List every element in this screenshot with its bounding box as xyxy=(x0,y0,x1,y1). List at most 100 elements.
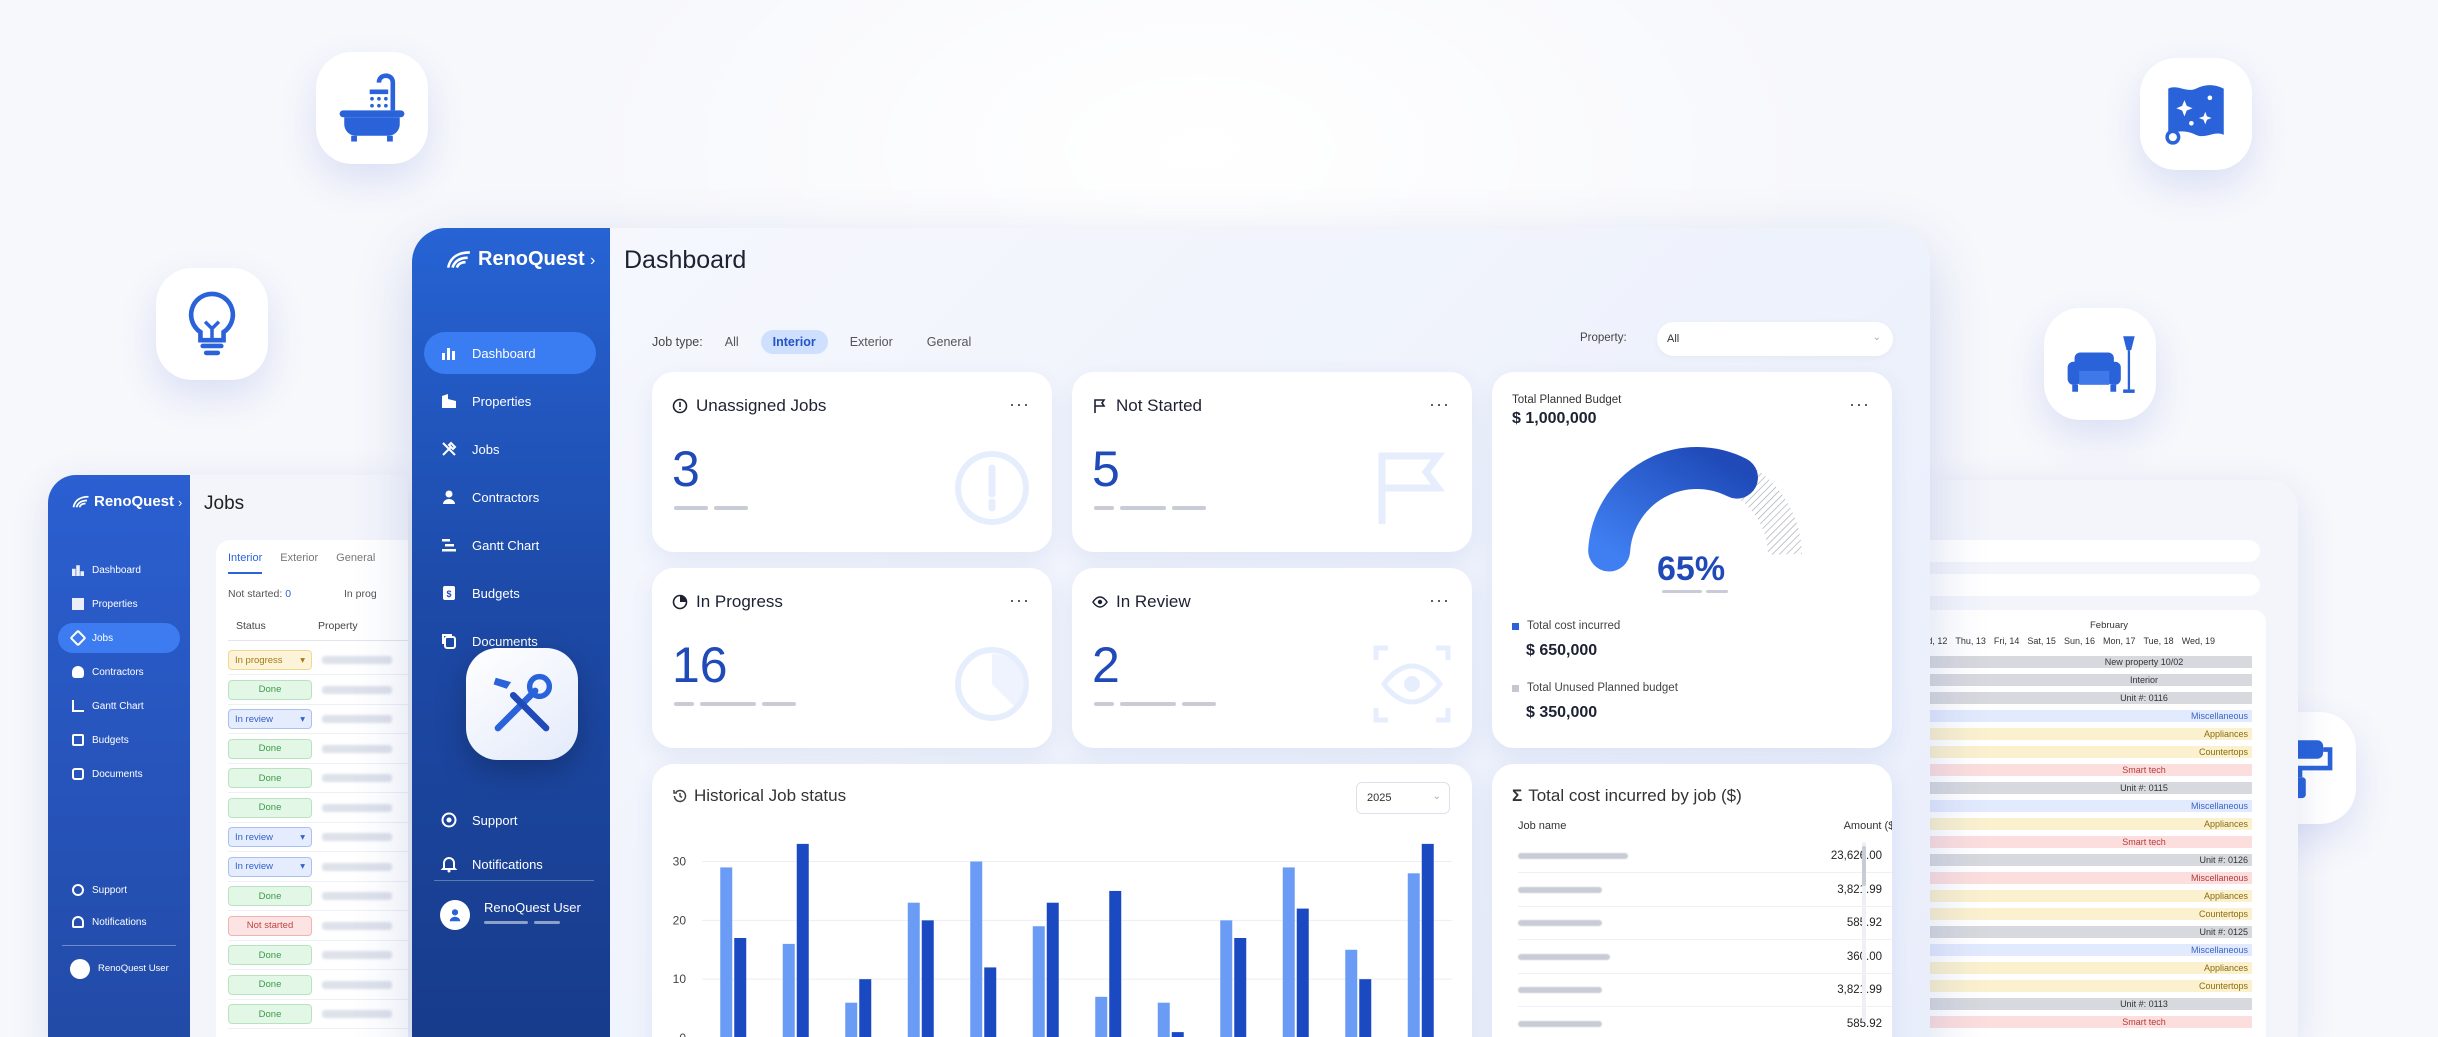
table-row[interactable]: 3,821.99 xyxy=(1518,974,1892,1007)
table-scrollbar[interactable] xyxy=(1862,842,1866,1022)
gantt-bar[interactable]: Appliances xyxy=(1930,890,2252,902)
gantt-bar[interactable]: Miscellaneous xyxy=(1930,800,2252,812)
status-badge[interactable]: In review ▾ xyxy=(228,709,312,729)
sidebar-item-notifications[interactable]: Notifications xyxy=(424,843,596,885)
jobs-nav-dashboard[interactable]: Dashboard xyxy=(58,555,180,585)
logo[interactable]: RenoQuest xyxy=(446,248,585,271)
jobs-nav-jobs[interactable]: Jobs xyxy=(58,623,180,653)
gantt-bar[interactable]: Interior xyxy=(1930,674,2252,686)
table-row[interactable]: 23,626.00 xyxy=(1518,840,1892,873)
chip-exterior[interactable]: Exterior xyxy=(838,330,905,354)
gantt-bar[interactable]: Miscellaneous xyxy=(1930,710,2252,722)
table-row[interactable]: In progress ▾ xyxy=(228,646,408,675)
status-badge[interactable]: Done xyxy=(228,1004,312,1024)
sidebar-item-jobs[interactable]: Jobs xyxy=(424,428,596,470)
status-badge[interactable]: Done xyxy=(228,974,312,995)
table-row[interactable]: Done xyxy=(228,971,408,1000)
table-row[interactable]: Done xyxy=(228,764,408,793)
status-badge[interactable]: In progress ▾ xyxy=(228,650,312,670)
bar xyxy=(1234,938,1247,1037)
gantt-bar[interactable]: Unit #: 0113 xyxy=(1930,998,2252,1010)
collapse-chevron-icon[interactable]: › xyxy=(178,495,182,510)
table-row[interactable]: 585.92 xyxy=(1518,1008,1892,1037)
year-select[interactable]: 2025 ⌄ xyxy=(1356,782,1450,814)
status-badge[interactable]: Not started xyxy=(228,915,312,936)
status-badge[interactable]: Done xyxy=(228,797,312,818)
not-started-card[interactable]: Not Started ··· 5 xyxy=(1072,372,1472,552)
gantt-bar[interactable]: Unit #: 0126 xyxy=(1930,854,2252,866)
tab-interior[interactable]: Interior xyxy=(228,552,263,574)
jobs-nav-budgets[interactable]: Budgets xyxy=(58,725,180,755)
gantt-bar[interactable]: Appliances xyxy=(1930,728,2252,740)
more-options-icon[interactable]: ··· xyxy=(1849,394,1870,415)
sidebar-item-support[interactable]: Support xyxy=(424,799,596,841)
wrench-screwdriver-icon xyxy=(493,673,553,732)
gantt-bar[interactable]: Smart tech xyxy=(1930,764,2252,776)
tab-exterior[interactable]: Exterior xyxy=(280,552,318,574)
jobs-nav-contractors[interactable]: Contractors xyxy=(58,657,180,687)
more-options-icon[interactable]: ··· xyxy=(1429,394,1450,415)
table-row[interactable]: 3,821.99 xyxy=(1518,874,1892,907)
gantt-bar[interactable]: Unit #: 0115 xyxy=(1930,782,2252,794)
chip-all[interactable]: All xyxy=(713,330,751,354)
user-profile[interactable]: RenoQuest User xyxy=(440,900,581,930)
gantt-bar[interactable]: Miscellaneous xyxy=(1930,944,2252,956)
budget-card[interactable]: Total Planned Budget $ 1,000,000 ··· 65%… xyxy=(1492,372,1892,748)
more-options-icon[interactable]: ··· xyxy=(1009,394,1030,415)
tab-general[interactable]: General xyxy=(336,552,375,574)
sidebar-item-properties[interactable]: Properties xyxy=(424,380,596,422)
table-row[interactable]: Done xyxy=(228,882,408,911)
table-row[interactable]: Done xyxy=(228,735,408,764)
more-options-icon[interactable]: ··· xyxy=(1429,590,1450,611)
table-row[interactable]: In review ▾ xyxy=(228,853,408,882)
gantt-bar[interactable]: Unit #: 0125 xyxy=(1930,926,2252,938)
status-badge[interactable]: In review ▾ xyxy=(228,827,312,847)
chip-interior[interactable]: Interior xyxy=(760,330,828,354)
jobs-user[interactable]: RenoQuest User xyxy=(70,959,169,979)
sidebar-item-budgets[interactable]: $ Budgets xyxy=(424,572,596,614)
gantt-bar[interactable]: Smart tech xyxy=(1930,1016,2252,1028)
status-badge[interactable]: Done xyxy=(228,886,312,906)
sidebar-item-dashboard[interactable]: Dashboard xyxy=(424,332,596,374)
table-row[interactable]: Done xyxy=(228,941,408,970)
jobs-logo[interactable]: RenoQuest xyxy=(72,493,174,510)
gantt-bar[interactable]: Unit #: 0116 xyxy=(1930,692,2252,704)
gantt-select-2[interactable] xyxy=(1930,574,2260,596)
jobs-nav-notifications[interactable]: Notifications xyxy=(58,907,180,937)
gantt-bar[interactable]: Countertops xyxy=(1930,746,2252,758)
gantt-select-1[interactable] xyxy=(1930,540,2260,562)
table-row[interactable]: 585.92 xyxy=(1518,907,1892,940)
gantt-bar[interactable]: Appliances xyxy=(1930,818,2252,830)
chip-general[interactable]: General xyxy=(915,330,983,354)
gantt-bar[interactable]: Smart tech xyxy=(1930,836,2252,848)
gantt-bar[interactable]: Miscellaneous xyxy=(1930,872,2252,884)
gantt-bar[interactable]: Countertops xyxy=(1930,908,2252,920)
collapse-chevron-icon[interactable]: › xyxy=(590,252,595,270)
jobs-nav-gantt[interactable]: Gantt Chart xyxy=(58,691,180,721)
in-progress-card[interactable]: In Progress ··· 16 xyxy=(652,568,1052,748)
gantt-bar[interactable]: New property 10/02 xyxy=(1930,656,2252,668)
table-row[interactable]: Not started xyxy=(228,912,408,941)
jobs-nav-support[interactable]: Support xyxy=(58,875,180,905)
table-row[interactable]: Done xyxy=(228,794,408,823)
table-row[interactable]: 360.00 xyxy=(1518,941,1892,974)
table-row[interactable]: In review ▾ xyxy=(228,823,408,852)
status-badge[interactable]: Done xyxy=(228,768,312,788)
sidebar-item-gantt[interactable]: Gantt Chart xyxy=(424,524,596,566)
gantt-bar[interactable]: Appliances xyxy=(1930,962,2252,974)
gantt-bar[interactable]: Countertops xyxy=(1930,980,2252,992)
jobs-nav-documents[interactable]: Documents xyxy=(58,759,180,789)
status-badge[interactable]: Done xyxy=(228,679,312,700)
status-badge[interactable]: Done xyxy=(228,945,312,965)
table-row[interactable]: Done xyxy=(228,676,408,705)
table-row[interactable]: In review ▾ xyxy=(228,705,408,734)
in-review-card[interactable]: In Review ··· 2 xyxy=(1072,568,1472,748)
sidebar-item-contractors[interactable]: Contractors xyxy=(424,476,596,518)
status-badge[interactable]: In review ▾ xyxy=(228,856,312,877)
property-select[interactable]: All ⌄ xyxy=(1657,322,1893,356)
table-row[interactable]: Done xyxy=(228,1000,408,1029)
more-options-icon[interactable]: ··· xyxy=(1009,590,1030,611)
jobs-nav-properties[interactable]: Properties xyxy=(58,589,180,619)
unassigned-jobs-card[interactable]: Unassigned Jobs ··· 3 xyxy=(652,372,1052,552)
status-badge[interactable]: Done xyxy=(228,738,312,759)
